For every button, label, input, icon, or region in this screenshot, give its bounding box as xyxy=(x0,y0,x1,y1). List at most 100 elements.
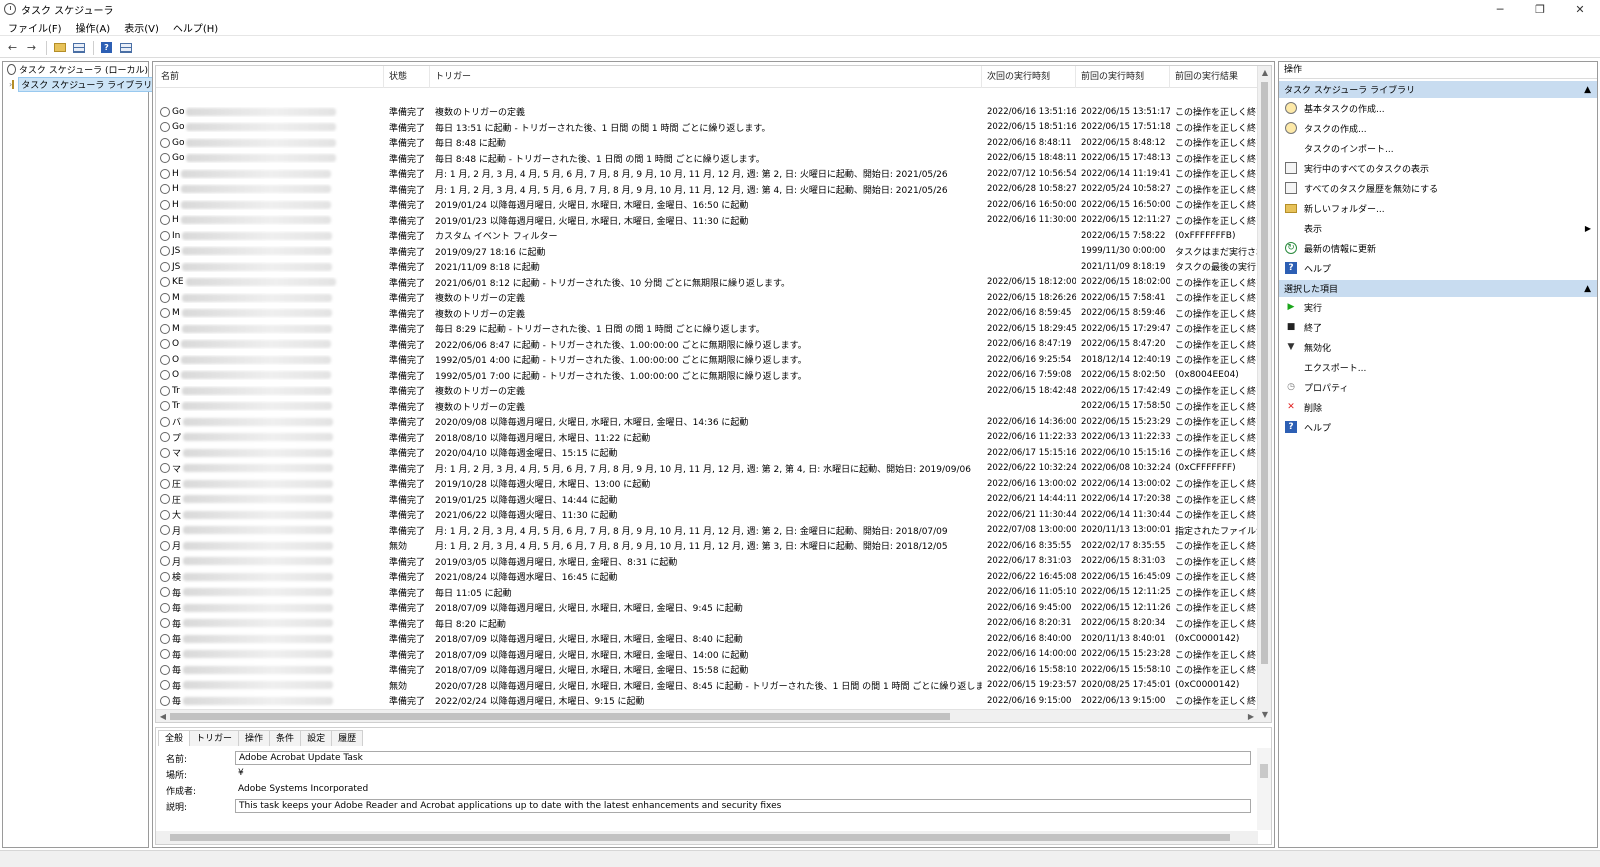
task-row[interactable]: 大 準備完了 2021/06/22 以降毎週火曜日、11:30 に起動 2022/06… xyxy=(156,507,1258,523)
task-row[interactable]: マ 準備完了 月: 1 月, 2 月, 3 月, 4 月, 5 月, 6 月, 7 … xyxy=(156,461,1258,477)
menu-action[interactable]: 操作(A) xyxy=(76,20,111,35)
action-item[interactable]: エクスポート... xyxy=(1279,357,1597,377)
task-row[interactable]: マ 準備完了 2020/04/10 以降毎週金曜日、15:15 に起動 2022/06… xyxy=(156,445,1258,461)
task-row[interactable]: バ 準備完了 2020/09/08 以降毎週月曜日, 火曜日, 水曜日, 木曜日, … xyxy=(156,414,1258,430)
action-item[interactable]: ✕ 削除 xyxy=(1279,397,1597,417)
tab-general[interactable]: 全般 xyxy=(158,730,191,746)
task-row[interactable]: 月 準備完了 月: 1 月, 2 月, 3 月, 4 月, 5 月, 6 月, 7 … xyxy=(156,523,1258,539)
scrollbar-thumb[interactable] xyxy=(170,834,1230,841)
action-item[interactable]: 基本タスクの作成... xyxy=(1279,98,1597,118)
task-row[interactable]: 毎 準備完了 2018/07/09 以降毎週月曜日, 火曜日, 水曜日, 木曜日, … xyxy=(156,631,1258,647)
task-list-horizontal-scrollbar[interactable]: ◀ ▶ xyxy=(156,709,1258,722)
scroll-up-icon[interactable]: ▲ xyxy=(1258,66,1271,80)
action-item[interactable]: ↻ 最新の情報に更新 xyxy=(1279,238,1597,258)
task-row[interactable]: O 準備完了 2022/06/06 8:47 に起動 - トリガーされた後、1.00… xyxy=(156,337,1258,353)
task-row[interactable]: 検 準備完了 2021/08/24 以降毎週水曜日、16:45 に起動 2022/06… xyxy=(156,569,1258,585)
task-row[interactable]: 圧 準備完了 2019/10/28 以降毎週火曜日, 木曜日、13:00 に起動 20… xyxy=(156,476,1258,492)
task-row[interactable]: JS 準備完了 2021/11/09 8:18 に起動 2021/11/09 8:18… xyxy=(156,259,1258,275)
task-row[interactable]: Go 準備完了 複数のトリガーの定義 2022/06/16 13:51:16 2022/… xyxy=(156,104,1258,120)
scroll-right-icon[interactable]: ▶ xyxy=(1244,710,1258,722)
tab-conditions[interactable]: 条件 xyxy=(269,730,302,746)
action-item[interactable]: 表示 ▶ xyxy=(1279,218,1597,238)
forward-arrow-icon[interactable]: → xyxy=(23,40,40,55)
action-item[interactable]: 新しいフォルダー... xyxy=(1279,198,1597,218)
column-header-status[interactable]: 状態 xyxy=(384,66,430,88)
task-row[interactable]: 毎 準備完了 2018/07/09 以降毎週月曜日, 火曜日, 水曜日, 木曜日, … xyxy=(156,662,1258,678)
task-row[interactable]: Go 準備完了 毎日 8:48 に起動 - トリガーされた後、1 日間 の間 1 時… xyxy=(156,151,1258,167)
task-row[interactable]: 月 無効 月: 1 月, 2 月, 3 月, 4 月, 5 月, 6 月, 7 月,… xyxy=(156,538,1258,554)
actions-section-library[interactable]: タスク スケジューラ ライブラリ ▲ xyxy=(1279,81,1597,98)
column-header-last-result[interactable]: 前回の実行結果 xyxy=(1170,66,1258,88)
task-row[interactable]: H 準備完了 月: 1 月, 2 月, 3 月, 4 月, 5 月, 6 月, 7 … xyxy=(156,166,1258,182)
scrollbar-thumb[interactable] xyxy=(1261,82,1268,664)
task-row[interactable]: 毎 無効 2020/07/28 以降毎週月曜日, 火曜日, 水曜日, 木曜日, 金曜… xyxy=(156,678,1258,694)
actions-section-selected-item[interactable]: 選択した項目 ▲ xyxy=(1279,280,1597,297)
task-row[interactable]: Go 準備完了 毎日 8:48 に起動 2022/06/16 8:48:11 2022/… xyxy=(156,135,1258,151)
show-hide-console-tree-button[interactable] xyxy=(70,40,87,55)
action-item[interactable]: ■ 終了 xyxy=(1279,317,1597,337)
task-row[interactable]: O 準備完了 1992/05/01 4:00 に起動 - トリガーされた後、1.00… xyxy=(156,352,1258,368)
action-item[interactable]: タスクの作成... xyxy=(1279,118,1597,138)
task-row[interactable]: H 準備完了 2019/01/23 以降毎週月曜日, 火曜日, 水曜日, 木曜日, … xyxy=(156,213,1258,229)
tab-actions[interactable]: 操作 xyxy=(238,730,271,746)
show-hide-action-pane-button[interactable] xyxy=(117,40,134,55)
back-arrow-icon[interactable]: ← xyxy=(4,40,21,55)
restore-button[interactable]: ❐ xyxy=(1520,0,1560,18)
task-row[interactable]: 毎 準備完了 2018/07/09 以降毎週月曜日, 火曜日, 水曜日, 木曜日, … xyxy=(156,647,1258,663)
tree-item-task-scheduler-library[interactable]: › タスク スケジューラ ライブラリ xyxy=(3,77,156,92)
task-row[interactable]: M 準備完了 複数のトリガーの定義 2022/06/15 18:26:26 2022/0… xyxy=(156,290,1258,306)
up-folder-button[interactable] xyxy=(51,40,68,55)
collapse-icon[interactable]: ▲ xyxy=(1584,284,1591,294)
column-header-next-run[interactable]: 次回の実行時刻 xyxy=(982,66,1076,88)
task-row[interactable]: KE 準備完了 2021/06/01 8:12 に起動 - トリガーされた後、10 … xyxy=(156,275,1258,291)
scroll-left-icon[interactable]: ◀ xyxy=(156,710,170,722)
tab-history[interactable]: 履歴 xyxy=(331,730,364,746)
name-field[interactable]: Adobe Acrobat Update Task xyxy=(235,751,1251,765)
details-horizontal-scrollbar[interactable] xyxy=(156,831,1258,844)
task-list-vertical-scrollbar[interactable]: ▲ ▼ xyxy=(1257,66,1271,722)
action-item[interactable]: すべてのタスク履歴を無効にする xyxy=(1279,178,1597,198)
task-row[interactable]: 毎 準備完了 2022/02/24 以降毎週月曜日, 木曜日、9:15 に起動 202… xyxy=(156,693,1258,709)
task-row[interactable]: Tr 準備完了 複数のトリガーの定義 2022/06/15 17:58:50 この操作を… xyxy=(156,399,1258,415)
action-item[interactable]: ? ヘルプ xyxy=(1279,258,1597,278)
action-item[interactable]: ◷ プロパティ xyxy=(1279,377,1597,397)
task-row[interactable]: 毎 準備完了 毎日 8:20 に起動 2022/06/16 8:20:31 2022/0… xyxy=(156,616,1258,632)
task-row[interactable]: プ 準備完了 2018/08/10 以降毎週月曜日, 木曜日、11:22 に起動 20… xyxy=(156,430,1258,446)
task-row[interactable]: 月 準備完了 2019/03/05 以降毎週月曜日, 水曜日, 金曜日、8:31 に… xyxy=(156,554,1258,570)
action-item[interactable]: ▶ 実行 xyxy=(1279,297,1597,317)
scroll-down-icon[interactable]: ▼ xyxy=(1258,708,1271,722)
tab-triggers[interactable]: トリガー xyxy=(189,730,240,746)
menu-file[interactable]: ファイル(F) xyxy=(8,20,62,35)
task-row[interactable]: H 準備完了 2019/01/24 以降毎週月曜日, 火曜日, 水曜日, 木曜日, … xyxy=(156,197,1258,213)
description-field[interactable]: This task keeps your Adobe Reader and Ac… xyxy=(235,799,1251,813)
task-row[interactable]: 毎 準備完了 2018/07/09 以降毎週月曜日, 火曜日, 水曜日, 木曜日, … xyxy=(156,600,1258,616)
column-header-last-run[interactable]: 前回の実行時刻 xyxy=(1076,66,1170,88)
details-vertical-scrollbar[interactable] xyxy=(1257,748,1271,830)
minimize-button[interactable]: ─ xyxy=(1480,0,1520,18)
task-row[interactable]: 毎 準備完了 毎日 11:05 に起動 2022/06/16 11:05:10 2022… xyxy=(156,585,1258,601)
scrollbar-thumb[interactable] xyxy=(1260,764,1268,778)
column-header-name[interactable]: 名前 xyxy=(156,66,384,88)
task-row[interactable]: In 準備完了 カスタム イベント フィルター 2022/06/15 7:58:22 (… xyxy=(156,228,1258,244)
action-item[interactable]: タスクのインポート... xyxy=(1279,138,1597,158)
collapse-icon[interactable]: ▲ xyxy=(1584,85,1591,95)
close-button[interactable]: ✕ xyxy=(1560,0,1600,18)
task-row[interactable]: H 準備完了 月: 1 月, 2 月, 3 月, 4 月, 5 月, 6 月, 7 … xyxy=(156,182,1258,198)
action-item[interactable]: ? ヘルプ xyxy=(1279,417,1597,437)
tab-settings[interactable]: 設定 xyxy=(300,730,333,746)
action-item[interactable]: ▼ 無効化 xyxy=(1279,337,1597,357)
help-button[interactable]: ? xyxy=(98,40,115,55)
menu-view[interactable]: 表示(V) xyxy=(124,20,159,35)
task-row[interactable]: Tr 準備完了 複数のトリガーの定義 2022/06/15 18:42:48 2022/… xyxy=(156,383,1258,399)
task-row[interactable]: Go 準備完了 毎日 13:51 に起動 - トリガーされた後、1 日間 の間 1 … xyxy=(156,120,1258,136)
tree-item-task-scheduler-local[interactable]: タスク スケジューラ (ローカル) xyxy=(3,62,148,77)
task-row[interactable]: JS 準備完了 2019/09/27 18:16 に起動 1999/11/30 0:0… xyxy=(156,244,1258,260)
column-header-trigger[interactable]: トリガー xyxy=(430,66,982,88)
task-row[interactable]: M 準備完了 毎日 8:29 に起動 - トリガーされた後、1 日間 の間 1 時間… xyxy=(156,321,1258,337)
task-row[interactable]: O 準備完了 1992/05/01 7:00 に起動 - トリガーされた後、1.00… xyxy=(156,368,1258,384)
menu-help[interactable]: ヘルプ(H) xyxy=(173,20,218,35)
scrollbar-thumb[interactable] xyxy=(170,713,950,720)
action-item[interactable]: 実行中のすべてのタスクの表示 xyxy=(1279,158,1597,178)
task-row[interactable]: M 準備完了 複数のトリガーの定義 2022/06/16 8:59:45 2022/06… xyxy=(156,306,1258,322)
task-row[interactable]: 圧 準備完了 2019/01/25 以降毎週火曜日、14:44 に起動 2022/06… xyxy=(156,492,1258,508)
